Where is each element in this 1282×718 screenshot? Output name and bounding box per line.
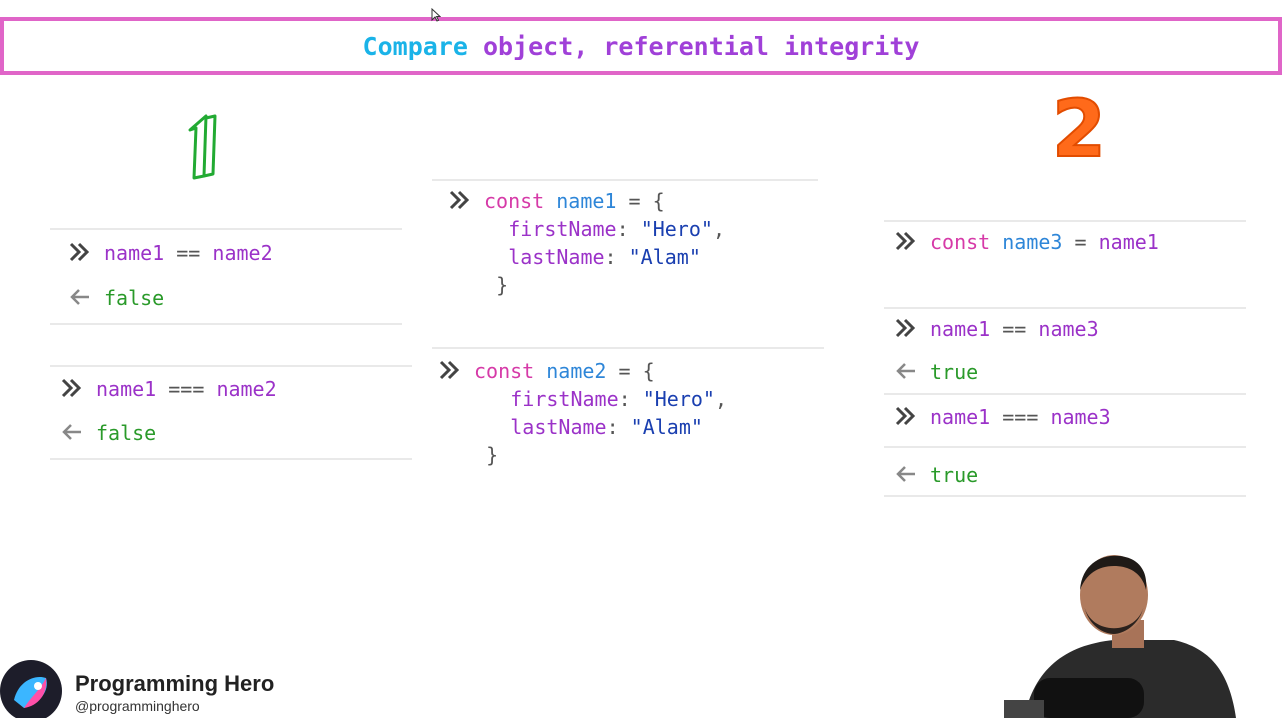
arrow-left-icon [70, 289, 89, 305]
code-token: "Hero" [640, 217, 713, 241]
code-token: firstName [510, 387, 619, 411]
code-token: == [1002, 317, 1027, 341]
arrow-left-icon [62, 424, 81, 440]
result-value: true [930, 360, 979, 384]
console-result: false [60, 419, 156, 447]
brand-logo-icon [14, 676, 47, 708]
code-token: const [484, 189, 545, 213]
code-token: "Alam" [628, 245, 701, 269]
console-result: true [894, 461, 978, 489]
separator [884, 393, 1246, 395]
code-token: { [652, 189, 665, 213]
separator [50, 458, 412, 460]
code-token: } [496, 273, 509, 297]
double-chevron-right-icon [895, 318, 916, 338]
marker-two: 2 [1051, 85, 1107, 175]
double-chevron-right-icon [895, 231, 916, 251]
presenter-silhouette-icon [1004, 550, 1282, 718]
separator [884, 446, 1246, 448]
code-token: firstName [508, 217, 617, 241]
separator [50, 365, 412, 367]
double-chevron-right-icon [449, 190, 470, 210]
marker-one: 1 [188, 114, 217, 180]
console-line: name1 == name2 [68, 239, 273, 267]
result-value: false [96, 421, 157, 445]
console-result: false [68, 284, 164, 312]
title-part-rest: object, referential integrity [467, 31, 920, 61]
double-chevron-right-icon [895, 406, 916, 426]
code-token: name1 [104, 241, 165, 265]
page-title: Compare object, referential integrity [363, 32, 920, 61]
title-bar: Compare object, referential integrity [0, 17, 1282, 75]
separator [50, 228, 402, 230]
code-token: name3 [1038, 317, 1099, 341]
code-token: = [1074, 230, 1087, 254]
separator [884, 495, 1246, 497]
brand-logo [0, 660, 62, 718]
console-line: name1 == name3 [894, 315, 1099, 343]
console-line: name1 === name3 [894, 403, 1111, 431]
console-result: true [894, 358, 978, 386]
code-token: = [618, 359, 631, 383]
code-token: lastName [510, 415, 607, 439]
separator [432, 347, 824, 349]
code-token: "Hero" [642, 387, 715, 411]
console-line: name1 === name2 [60, 375, 277, 403]
code-token: name1 [1098, 230, 1159, 254]
code-token: name3 [1050, 405, 1111, 429]
code-token: === [1002, 405, 1039, 429]
separator [432, 179, 818, 181]
code-token: } [486, 443, 499, 467]
separator [884, 220, 1246, 222]
code-token: const [930, 230, 991, 254]
mouse-pointer-icon [431, 8, 441, 22]
console-line: const name3 = name1 [894, 228, 1159, 256]
code-token: lastName [508, 245, 605, 269]
separator [884, 307, 1246, 309]
code-token: name1 [96, 377, 157, 401]
code-token: name2 [212, 241, 273, 265]
code-token: === [168, 377, 205, 401]
presenter-webcam [1004, 550, 1282, 718]
code-token: name1 [930, 317, 991, 341]
code-token: name3 [1002, 230, 1063, 254]
code-token: == [176, 241, 201, 265]
code-token: name1 [930, 405, 991, 429]
result-value: false [104, 286, 165, 310]
code-token: const [474, 359, 535, 383]
code-token: name2 [546, 359, 607, 383]
result-value: true [930, 463, 979, 487]
double-chevron-right-icon [69, 242, 90, 262]
brand-name: Programming Hero [75, 671, 275, 696]
brand-handle: @programminghero [75, 698, 200, 714]
object-literal-name2: const name2 = { firstName: "Hero", lastN… [438, 357, 727, 469]
code-token: = [628, 189, 641, 213]
code-token: name2 [216, 377, 277, 401]
double-chevron-right-icon [439, 360, 460, 380]
arrow-left-icon [896, 466, 915, 482]
separator [50, 323, 402, 325]
code-token: { [642, 359, 655, 383]
title-part-compare: Compare [362, 31, 468, 61]
code-token: "Alam" [630, 415, 703, 439]
arrow-left-icon [896, 363, 915, 379]
double-chevron-right-icon [61, 378, 82, 398]
code-token: name1 [556, 189, 617, 213]
object-literal-name1: const name1 = { firstName: "Hero", lastN… [448, 187, 725, 299]
